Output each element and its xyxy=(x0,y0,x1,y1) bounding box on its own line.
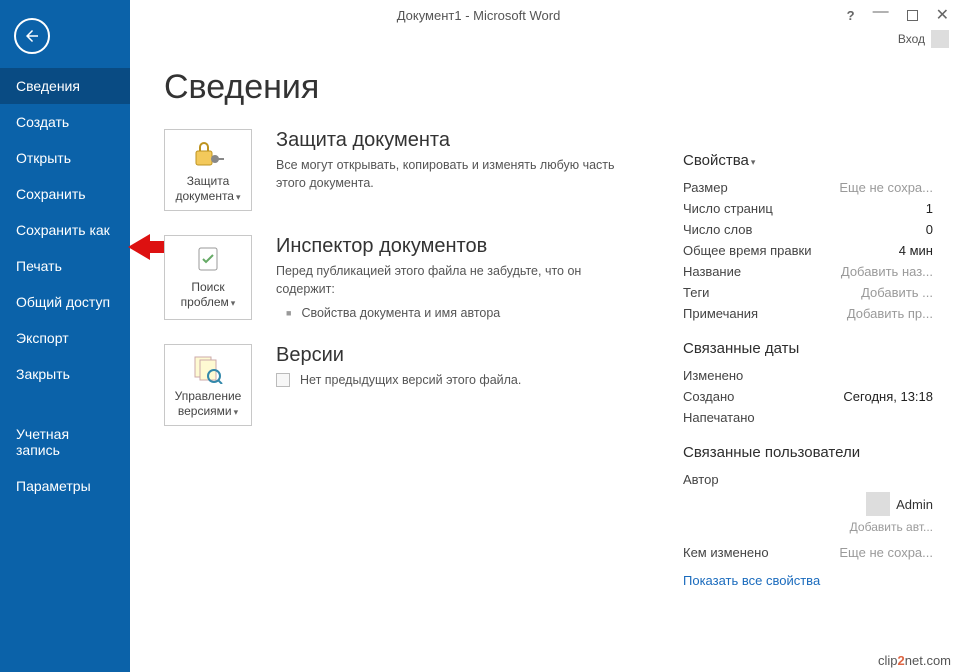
author-name: Admin xyxy=(896,497,933,512)
prop-key: Примечания xyxy=(683,306,758,321)
protect-desc: Все могут открывать, копировать и изменя… xyxy=(276,156,636,192)
sidebar-item-new[interactable]: Создать xyxy=(0,104,130,140)
watermark: clip2net.com xyxy=(878,653,951,668)
author-entry[interactable]: Admin xyxy=(866,492,933,516)
inspect-heading: Инспектор документов xyxy=(276,235,636,258)
date-key: Изменено xyxy=(683,368,743,383)
maximize-button[interactable] xyxy=(907,10,918,21)
sidebar-item-save[interactable]: Сохранить xyxy=(0,176,130,212)
sidebar-item-open[interactable]: Открыть xyxy=(0,140,130,176)
protect-heading: Защита документа xyxy=(276,129,636,152)
date-key: Напечатано xyxy=(683,410,755,425)
related-dates-heading: Связанные даты xyxy=(683,340,933,357)
lock-key-icon xyxy=(169,138,247,170)
prop-value: 4 мин xyxy=(899,243,933,258)
user-avatar-placeholder[interactable] xyxy=(931,30,949,48)
changed-by-value: Еще не сохра... xyxy=(839,545,933,560)
inspect-desc: Перед публикацией этого файла не забудьт… xyxy=(276,262,636,298)
prop-value[interactable]: Добавить наз... xyxy=(841,264,933,279)
prop-key: Число слов xyxy=(683,222,752,237)
prop-value[interactable]: Добавить ... xyxy=(861,285,933,300)
inspect-item: Свойства документа и имя автора xyxy=(286,306,636,320)
related-people-heading: Связанные пользователи xyxy=(683,444,933,461)
prop-key: Размер xyxy=(683,180,728,195)
sidebar-item-saveas[interactable]: Сохранить как xyxy=(0,212,130,248)
sidebar-item-account[interactable]: Учетная запись xyxy=(0,416,130,468)
sidebar-item-info[interactable]: Сведения xyxy=(0,68,130,104)
sidebar-item-print[interactable]: Печать xyxy=(0,248,130,284)
versions-icon xyxy=(169,353,247,385)
versions-heading: Версии xyxy=(276,344,636,367)
prop-value: 0 xyxy=(926,222,933,237)
manage-versions-button[interactable]: Управление версиями▾ xyxy=(164,344,252,426)
author-label: Автор xyxy=(683,472,719,487)
arrow-left-icon xyxy=(23,27,41,45)
protect-document-button[interactable]: Защита документа▾ xyxy=(164,129,252,211)
document-check-icon xyxy=(169,244,247,276)
date-key: Создано xyxy=(683,389,734,404)
close-button[interactable]: ✕ xyxy=(936,5,949,25)
date-value: Сегодня, 13:18 xyxy=(843,389,933,404)
window-title: Документ1 - Microsoft Word xyxy=(397,8,561,23)
properties-heading[interactable]: Свойства▾ xyxy=(683,152,933,169)
signin-link[interactable]: Вход xyxy=(898,32,925,46)
prop-key: Общее время правки xyxy=(683,243,812,258)
prop-key: Число страниц xyxy=(683,201,773,216)
backstage-sidebar: Сведения Создать Открыть Сохранить Сохра… xyxy=(0,0,130,672)
back-button[interactable] xyxy=(14,18,50,54)
minimize-button[interactable]: — xyxy=(873,3,889,21)
add-author-link[interactable]: Добавить авт... xyxy=(683,520,933,534)
properties-panel: Свойства▾ Размер Еще не сохра... Число стр… xyxy=(683,136,933,588)
versions-desc: Нет предыдущих версий этого файла. xyxy=(300,371,521,389)
page-title: Сведения xyxy=(164,68,923,107)
changed-by-label: Кем изменено xyxy=(683,545,769,560)
sidebar-item-close[interactable]: Закрыть xyxy=(0,356,130,392)
sidebar-item-options[interactable]: Параметры xyxy=(0,468,130,504)
help-button[interactable]: ? xyxy=(847,8,855,23)
check-issues-button[interactable]: Поиск проблем▾ xyxy=(164,235,252,320)
prop-key: Теги xyxy=(683,285,709,300)
prop-key: Название xyxy=(683,264,741,279)
prop-value[interactable]: Добавить пр... xyxy=(847,306,933,321)
author-avatar-icon xyxy=(866,492,890,516)
sidebar-item-export[interactable]: Экспорт xyxy=(0,320,130,356)
prop-value: 1 xyxy=(926,201,933,216)
show-all-properties-link[interactable]: Показать все свойства xyxy=(683,573,933,588)
prop-value[interactable]: Еще не сохра... xyxy=(839,180,933,195)
version-item-icon xyxy=(276,373,290,387)
sidebar-item-share[interactable]: Общий доступ xyxy=(0,284,130,320)
